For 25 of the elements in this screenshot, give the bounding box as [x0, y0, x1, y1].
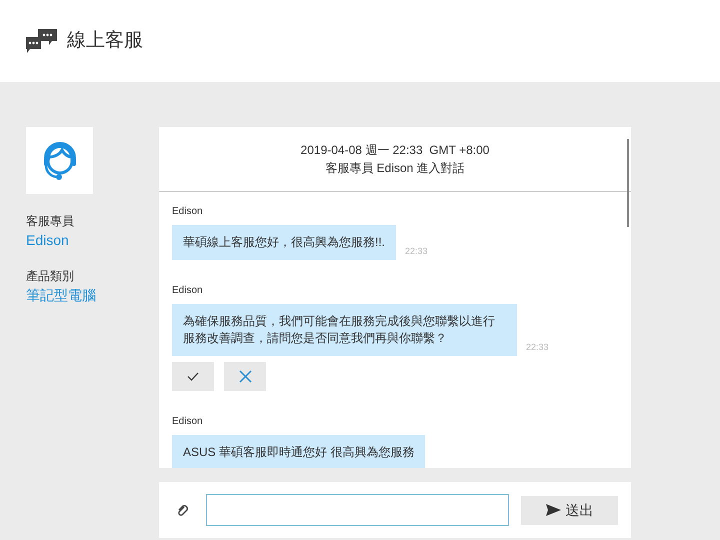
sender-name: Edison — [172, 415, 204, 429]
accept-button[interactable] — [172, 362, 214, 391]
chat-bubbles-icon — [26, 29, 57, 53]
sender-name: Edison — [172, 284, 204, 298]
message-input[interactable] — [206, 494, 509, 526]
agent-name: Edison — [26, 231, 70, 250]
send-button[interactable]: 送出 — [521, 496, 618, 524]
decline-button[interactable] — [224, 362, 266, 391]
message-bubble: ASUS 華碩客服即時通您好 很高興為您服務 — [172, 435, 426, 468]
message-bubble: 為確保服務品質，我們可能會在服務完成後與您聯繫以進行服務改善調查，請問您是否同意我們再與你聯繫？ — [172, 304, 517, 356]
message-time: 22:33 — [405, 244, 428, 258]
cross-icon — [238, 370, 252, 383]
agent-label: 客服專員 — [26, 213, 75, 230]
category-label: 產品類別 — [26, 268, 75, 285]
checkmark-icon — [187, 372, 199, 381]
join-notice: 客服專員 Edison 進入對話 — [325, 160, 465, 177]
sender-name: Edison — [172, 205, 204, 219]
message-bubble: 華碩線上客服您好，很高興為您服務!!. — [172, 225, 396, 260]
message-time: 22:33 — [526, 340, 549, 354]
send-icon — [546, 504, 560, 516]
scrollbar[interactable] — [627, 139, 629, 227]
product-category: 筆記型電腦 — [26, 286, 97, 305]
page-title: 線上客服 — [67, 28, 143, 53]
chat-date: 2019-04-08 週一 22:33 GMT +8:00 — [300, 142, 490, 159]
paperclip-icon[interactable] — [177, 504, 189, 516]
